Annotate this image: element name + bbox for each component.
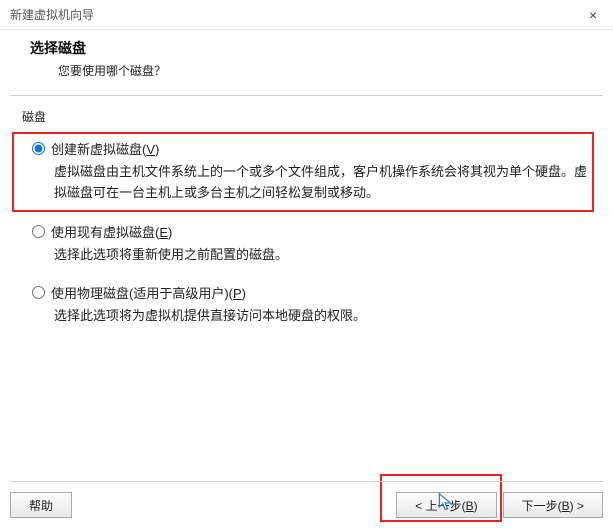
option-create-new-disk-row[interactable]: 创建新虚拟磁盘(V): [32, 139, 591, 158]
option-physical-disk-desc: 选择此选项将为虚拟机提供直接访问本地硬盘的权限。: [32, 306, 591, 327]
option-create-new-disk-desc: 虚拟磁盘由主机文件系统上的一个或多个文件组成，客户机操作系统会将其视为单个硬盘。…: [32, 162, 591, 204]
option-existing-disk-row[interactable]: 使用现有虚拟磁盘(E): [32, 222, 591, 241]
option-create-new-disk: 创建新虚拟磁盘(V) 虚拟磁盘由主机文件系统上的一个或多个文件组成，客户机操作系…: [32, 139, 591, 204]
radio-existing-disk[interactable]: [32, 225, 45, 238]
option-physical-disk-row[interactable]: 使用物理磁盘(适用于高级用户)(P): [32, 283, 591, 302]
next-button[interactable]: 下一步(B) >: [503, 492, 603, 518]
content-area: 磁盘 创建新虚拟磁盘(V) 虚拟磁盘由主机文件系统上的一个或多个文件组成，客户机…: [0, 96, 613, 327]
radio-create-new-disk[interactable]: [32, 142, 45, 155]
section-label: 磁盘: [22, 108, 591, 125]
disk-options-group: 创建新虚拟磁盘(V) 虚拟磁盘由主机文件系统上的一个或多个文件组成，客户机操作系…: [22, 139, 591, 327]
window-title: 新建虚拟机向导: [10, 6, 94, 23]
option-existing-disk-desc: 选择此选项将重新使用之前配置的磁盘。: [32, 245, 591, 266]
page-subtitle: 您要使用哪个磁盘？: [30, 62, 583, 79]
page-title: 选择磁盘: [30, 38, 583, 58]
help-button[interactable]: 帮助: [10, 492, 72, 518]
titlebar: 新建虚拟机向导 ×: [0, 0, 613, 30]
button-bar: 帮助 < 上一步(B) 下一步(B) >: [10, 481, 603, 518]
option-label: 使用物理磁盘(适用于高级用户)(P): [51, 283, 246, 302]
radio-physical-disk[interactable]: [32, 286, 45, 299]
option-existing-disk: 使用现有虚拟磁盘(E) 选择此选项将重新使用之前配置的磁盘。: [32, 222, 591, 266]
option-label: 使用现有虚拟磁盘(E): [51, 222, 172, 241]
back-button[interactable]: < 上一步(B): [396, 492, 496, 518]
option-label: 创建新虚拟磁盘(V): [51, 139, 159, 158]
close-icon[interactable]: ×: [583, 5, 603, 25]
wizard-header: 选择磁盘 您要使用哪个磁盘？: [0, 30, 613, 91]
option-physical-disk: 使用物理磁盘(适用于高级用户)(P) 选择此选项将为虚拟机提供直接访问本地硬盘的…: [32, 283, 591, 327]
